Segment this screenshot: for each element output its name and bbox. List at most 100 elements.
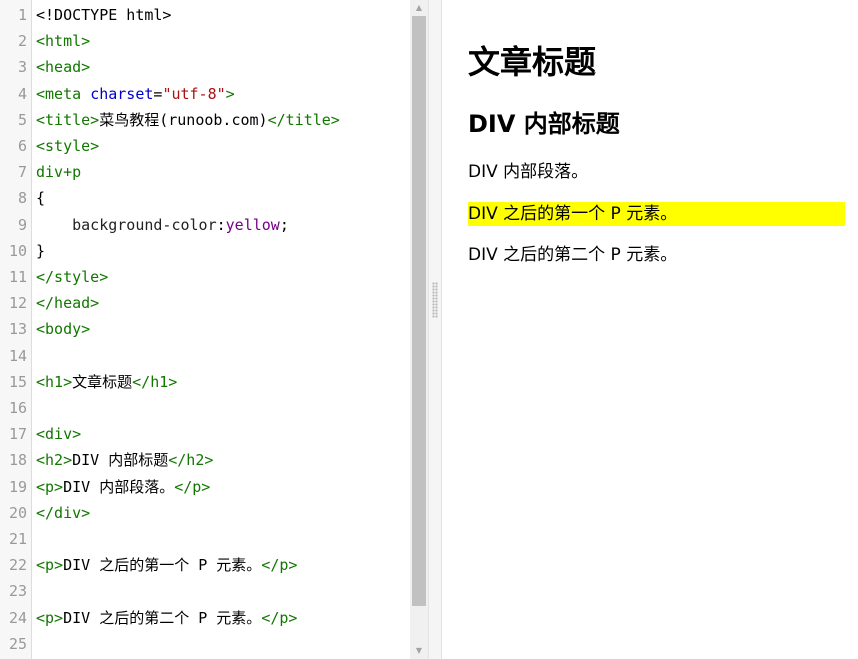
preview-paragraph-highlighted: DIV 之后的第一个 P 元素。: [468, 202, 845, 226]
line-number: 10: [8, 241, 27, 260]
code-line[interactable]: 20 </div>: [0, 500, 410, 526]
line-number: 23: [8, 582, 27, 601]
line-number: 20: [8, 503, 27, 522]
code-line[interactable]: 23: [0, 578, 410, 604]
line-number: 5: [17, 110, 27, 129]
code-line[interactable]: 17 <div>: [0, 421, 410, 447]
code-text[interactable]: <p>DIV 之后的第一个 P 元素。</p>: [36, 552, 297, 578]
code-text[interactable]: <body>: [36, 316, 90, 342]
editor-scrollbar[interactable]: ▲ ▼: [410, 0, 428, 659]
code-line[interactable]: 22 <p>DIV 之后的第一个 P 元素。</p>: [0, 552, 410, 578]
code-token: <h2>: [36, 451, 73, 470]
line-number: 18: [8, 451, 27, 470]
scrollbar-thumb[interactable]: [412, 16, 426, 606]
code-text[interactable]: <div>: [36, 421, 81, 447]
code-token: >: [225, 84, 235, 103]
resize-grip-icon[interactable]: [432, 282, 438, 318]
code-line[interactable]: 2 <html>: [0, 28, 410, 54]
scroll-up-arrow-icon[interactable]: ▲: [410, 0, 428, 16]
code-token: </head>: [36, 294, 100, 313]
code-token: <html>: [36, 32, 91, 51]
line-number: 14: [8, 346, 27, 365]
code-token: </style>: [36, 268, 109, 286]
code-text[interactable]: <html>: [36, 28, 90, 54]
code-text[interactable]: <h2>DIV 内部标题</h2>: [36, 447, 213, 473]
code-text[interactable]: background-color:yellow;: [36, 212, 289, 238]
code-text[interactable]: <h1>文章标题</h1>: [36, 369, 177, 395]
code-text[interactable]: {: [36, 185, 45, 211]
code-line[interactable]: 7 div+p: [0, 159, 410, 185]
code-token: <p>: [36, 608, 64, 627]
code-line[interactable]: 14: [0, 343, 410, 369]
code-line[interactable]: 3 <head>: [0, 54, 410, 80]
code-token: </div>: [36, 503, 91, 522]
code-editor[interactable]: 1 <!DOCTYPE html> 2 <html> 3 <head> 4 <meta cha…: [0, 0, 428, 659]
code-text[interactable]: </head>: [36, 290, 99, 316]
code-text[interactable]: </style>: [36, 264, 108, 290]
line-number: 4: [17, 84, 27, 103]
code-token: </h1>: [132, 372, 178, 391]
code-text[interactable]: </div>: [36, 500, 90, 526]
code-token: <meta: [36, 84, 91, 103]
code-line[interactable]: 10}: [0, 238, 410, 264]
preview-heading-2: DIV 内部标题: [468, 110, 620, 138]
line-number: 8: [17, 189, 27, 208]
code-line[interactable]: 5 <title>菜鸟教程(runoob.com)</title>: [0, 107, 410, 133]
code-token: <div>: [36, 425, 82, 444]
code-text[interactable]: }: [36, 238, 45, 264]
code-token: DIV 之后的第一个 P 元素。: [63, 556, 262, 575]
line-number: 15: [8, 372, 27, 391]
code-token: </p>: [261, 608, 298, 627]
line-number: 12: [8, 294, 27, 313]
line-number: 16: [8, 399, 27, 417]
code-line[interactable]: 12 </head>: [0, 290, 410, 316]
code-token: DIV 之后的第二个 P 元素。: [63, 608, 262, 627]
code-token: {: [36, 189, 46, 208]
code-line[interactable]: 21: [0, 526, 410, 552]
code-text[interactable]: div+p: [36, 159, 81, 185]
line-number: 1: [17, 6, 27, 24]
code-line[interactable]: 8{: [0, 185, 410, 211]
code-line[interactable]: 6 <style>: [0, 133, 410, 159]
code-token: div+p: [36, 163, 82, 182]
code-text[interactable]: <title>菜鸟教程(runoob.com)</title>: [36, 107, 340, 133]
code-token: "utf-8": [162, 84, 226, 103]
code-text[interactable]: <p>DIV 内部段落。</p>: [36, 474, 210, 500]
line-number: 17: [8, 425, 27, 444]
line-number: 13: [8, 320, 27, 339]
code-line[interactable]: 11 </style>: [0, 264, 410, 290]
line-number: 21: [8, 530, 27, 548]
code-text[interactable]: <!DOCTYPE html>: [36, 2, 171, 28]
scroll-down-arrow-icon[interactable]: ▼: [410, 643, 428, 659]
code-line[interactable]: 19 <p>DIV 内部段落。</p>: [0, 474, 410, 500]
result-preview: 文章标题 DIV 内部标题 DIV 内部段落。 DIV 之后的第一个 P 元素。…: [442, 0, 858, 659]
code-line[interactable]: 24 <p>DIV 之后的第二个 P 元素。</p>: [0, 605, 410, 631]
code-token: <!DOCTYPE html>: [36, 6, 172, 24]
code-text[interactable]: <head>: [36, 54, 90, 80]
line-number: 7: [17, 163, 27, 182]
code-line[interactable]: 9 background-color:yellow;: [0, 212, 410, 238]
code-line[interactable]: 16: [0, 395, 410, 421]
code-line[interactable]: 25: [0, 631, 410, 657]
code-token: DIV 内部标题: [72, 451, 169, 470]
code-token: <head>: [36, 58, 91, 77]
code-token: }: [36, 241, 46, 260]
code-line[interactable]: 4 <meta charset="utf-8">: [0, 81, 410, 107]
line-number: 3: [17, 58, 27, 77]
preview-paragraph-second: DIV 之后的第二个 P 元素。: [468, 245, 678, 265]
code-token: <title>: [36, 110, 100, 129]
code-line[interactable]: 13 <body>: [0, 316, 410, 342]
line-number: 22: [8, 556, 27, 575]
code-line[interactable]: 18 <h2>DIV 内部标题</h2>: [0, 447, 410, 473]
code-token: <body>: [36, 320, 91, 339]
code-token: yellow: [225, 215, 280, 234]
code-token: </p>: [174, 477, 211, 496]
pane-splitter[interactable]: [428, 0, 442, 659]
line-number: 6: [17, 137, 27, 155]
code-text[interactable]: <p>DIV 之后的第二个 P 元素。</p>: [36, 605, 297, 631]
code-line[interactable]: 15 <h1>文章标题</h1>: [0, 369, 410, 395]
code-token: <h1>: [36, 372, 73, 391]
code-text[interactable]: <style>: [36, 133, 99, 159]
code-text[interactable]: <meta charset="utf-8">: [36, 81, 235, 107]
code-line[interactable]: 1 <!DOCTYPE html>: [0, 2, 410, 28]
